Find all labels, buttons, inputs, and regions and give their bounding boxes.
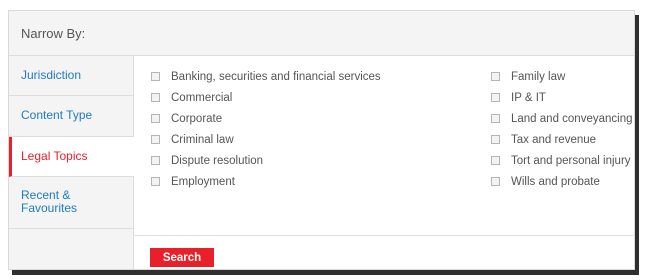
tab-label: Recent & Favourites [21, 188, 78, 216]
panel-body: Jurisdiction Content Type Legal Topics R… [9, 56, 634, 269]
tab-content-type[interactable]: Content Type [9, 96, 133, 137]
topic-label: Dispute resolution [171, 154, 264, 167]
checkbox[interactable] [151, 114, 160, 123]
tab-legal-topics[interactable]: Legal Topics [9, 136, 134, 177]
checkbox[interactable] [491, 72, 500, 81]
topic-label: Criminal law [171, 133, 234, 146]
topic-option-ip-it[interactable]: IP & IT [491, 87, 633, 108]
topic-label: Wills and probate [511, 175, 600, 188]
checkbox[interactable] [491, 156, 500, 165]
topic-label: Tax and revenue [511, 133, 597, 146]
tab-recent-favourites[interactable]: Recent & Favourites [9, 177, 133, 229]
topic-option-tort-personal-injury[interactable]: Tort and personal injury [491, 150, 633, 171]
topic-label: Tort and personal injury [511, 154, 631, 167]
topic-label: Corporate [171, 112, 223, 125]
topic-option-dispute-resolution[interactable]: Dispute resolution [151, 150, 491, 171]
filter-sidebar: Jurisdiction Content Type Legal Topics R… [9, 56, 134, 269]
tab-label: Legal Topics [21, 148, 88, 163]
checkbox[interactable] [151, 93, 160, 102]
panel-title: Narrow By: [21, 25, 86, 41]
topic-option-wills-probate[interactable]: Wills and probate [491, 171, 633, 192]
checkbox[interactable] [151, 156, 160, 165]
narrow-by-panel: Narrow By: Jurisdiction Content Type Leg… [8, 10, 635, 270]
topic-column-left: Banking, securities and financial servic… [134, 66, 491, 235]
topic-option-commercial[interactable]: Commercial [151, 87, 491, 108]
checkbox[interactable] [491, 114, 500, 123]
topic-option-criminal-law[interactable]: Criminal law [151, 129, 491, 150]
topic-label: IP & IT [511, 91, 546, 104]
checkbox[interactable] [491, 177, 500, 186]
topic-label: Family law [511, 70, 566, 83]
topic-options: Banking, securities and financial servic… [134, 56, 634, 235]
tab-label: Jurisdiction [21, 68, 82, 83]
topic-label: Employment [171, 175, 235, 188]
search-button[interactable]: Search [150, 248, 214, 267]
topic-label: Commercial [171, 91, 233, 104]
topic-option-family-law[interactable]: Family law [491, 66, 633, 87]
topic-option-banking[interactable]: Banking, securities and financial servic… [151, 66, 491, 87]
filter-footer: Search [134, 235, 634, 269]
topic-option-employment[interactable]: Employment [151, 171, 491, 192]
checkbox[interactable] [491, 93, 500, 102]
topic-label: Land and conveyancing [511, 112, 633, 125]
checkbox[interactable] [151, 72, 160, 81]
topic-label: Banking, securities and financial servic… [171, 70, 381, 83]
tab-label: Content Type [21, 108, 93, 123]
topic-column-right: Family law IP & IT Land and conveyancing… [491, 66, 633, 235]
checkbox[interactable] [151, 177, 160, 186]
panel-header: Narrow By: [9, 11, 634, 56]
topic-option-tax-revenue[interactable]: Tax and revenue [491, 129, 633, 150]
topic-option-land-conveyancing[interactable]: Land and conveyancing [491, 108, 633, 129]
tab-jurisdiction[interactable]: Jurisdiction [9, 56, 133, 97]
topic-option-corporate[interactable]: Corporate [151, 108, 491, 129]
checkbox[interactable] [491, 135, 500, 144]
checkbox[interactable] [151, 135, 160, 144]
legal-topics-content: Banking, securities and financial servic… [134, 56, 634, 269]
